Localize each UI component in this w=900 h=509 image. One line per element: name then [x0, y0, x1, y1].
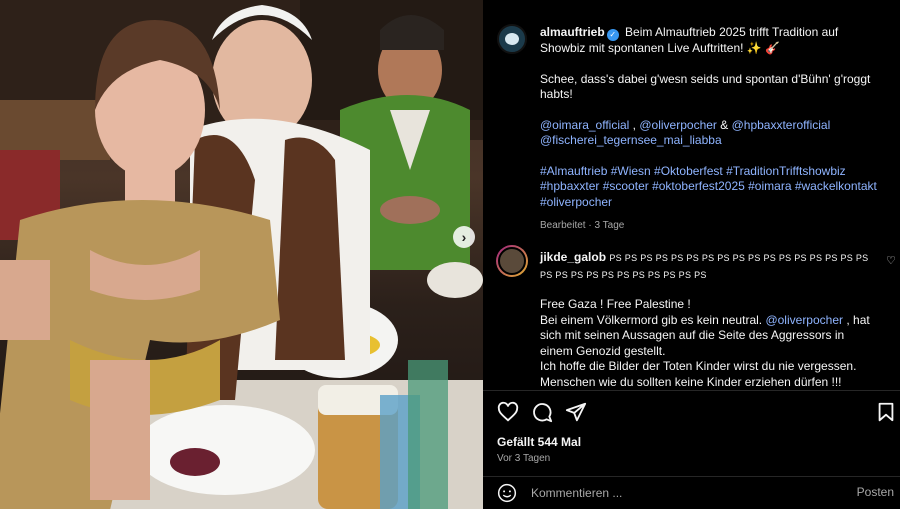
mention-link[interactable]: @hpbaxxterofficial [732, 118, 831, 132]
bookmark-icon[interactable] [875, 401, 897, 423]
post-actions: Gefällt 544 Mal Vor 3 Tagen [483, 390, 900, 470]
post-age: Vor 3 Tagen [497, 453, 551, 464]
caption-and-comments[interactable]: almauftrieb ✓ Beim Almauftrieb 2025 triff… [483, 0, 900, 390]
comment-input[interactable] [531, 483, 831, 503]
avatar[interactable] [497, 24, 527, 54]
send-icon[interactable] [565, 401, 587, 423]
post-details-panel: almauftrieb ✓ Beim Almauftrieb 2025 triff… [483, 0, 900, 509]
caption-body: Schee, dass's dabei g'wesn seids und spo… [540, 71, 871, 102]
comment-icon[interactable] [531, 401, 553, 423]
avatar[interactable] [496, 245, 528, 277]
mention-link[interactable]: @oliverpocher [639, 118, 717, 132]
verified-badge-icon: ✓ [606, 29, 619, 41]
post-caption: almauftrieb ✓ Beim Almauftrieb 2025 triff… [540, 25, 885, 234]
comment-body: Free Gaza ! Free Palestine ! Bei einem V… [540, 297, 870, 390]
emoji-icon[interactable] [497, 483, 517, 503]
photo-illustration [0, 0, 483, 509]
post-photo[interactable]: › [0, 0, 483, 509]
comment-line: Free Gaza ! Free Palestine ! [540, 297, 691, 311]
comment-line: Bei einem Völkermord gib es kein neutral… [540, 312, 870, 358]
post-comment-button[interactable]: Posten [857, 485, 894, 499]
edited-timestamp: Bearbeitet · 3 Tage [540, 220, 625, 231]
add-comment-bar: Posten [483, 476, 900, 509]
chevron-right-icon: › [461, 229, 467, 245]
mention-link[interactable]: @oliverpocher [765, 313, 843, 327]
mention-link[interactable]: @oimara_official [540, 118, 629, 132]
caption-username[interactable]: almauftrieb [540, 25, 605, 39]
comment-like-heart-icon[interactable]: ♡ [886, 254, 896, 267]
mention-link[interactable]: @fischerei_tegernsee_mai_liabba [540, 133, 722, 147]
comment-line: Menschen wie du sollten keine Kinder erz… [540, 374, 842, 389]
next-image-button[interactable]: › [453, 226, 475, 248]
comment: jikde_galob PS PS PS PS PS PS PS PS PS P… [540, 250, 870, 390]
caption-hashtags[interactable]: #Almauftrieb #Wiesn #Oktoberfest #Tradit… [540, 164, 885, 211]
heart-icon[interactable] [497, 401, 519, 423]
like-count[interactable]: Gefällt 544 Mal [497, 435, 581, 449]
comment-line: Ich hoffe die Bilder der Toten Kinder wi… [540, 359, 857, 373]
comment-username[interactable]: jikde_galob [540, 250, 606, 264]
caption-mentions: @oimara_official , @oliverpocher & @hpba… [540, 117, 831, 148]
